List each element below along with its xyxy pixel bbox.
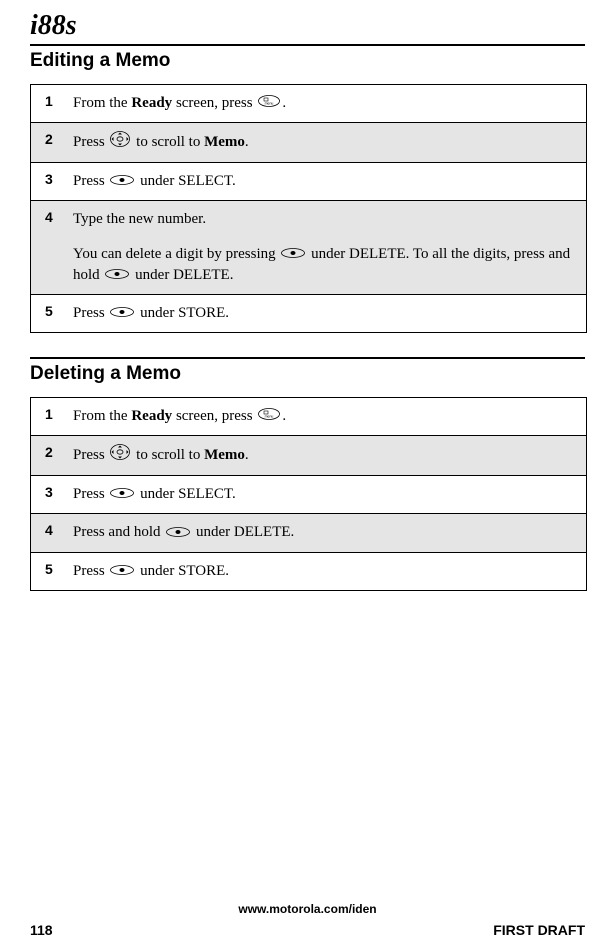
step-number: 4 [45,522,73,543]
soft-key-icon [110,561,134,582]
section-title: Editing a Memo [30,44,585,72]
soft-key-icon [110,303,134,324]
soft-key-icon [166,523,190,544]
nav-key-icon [110,131,130,154]
steps-table: 1From the Ready screen, press menu.2Pres… [30,84,587,333]
step-text: Press under STORE. [73,561,572,582]
step-number: 2 [45,444,73,467]
step-number: 1 [45,406,73,427]
device-logo: i88s [30,10,585,42]
bold-text: Memo [204,447,245,463]
step-text: Press under STORE. [73,303,572,324]
page-footer: www.motorola.com/iden 118 FIRST DRAFT [30,902,585,938]
step-number: 5 [45,561,73,582]
step-row: 4Type the new number.You can delete a di… [31,201,586,295]
step-row: 2Press to scroll to Memo. [31,123,586,163]
svg-text:menu: menu [265,102,274,106]
soft-key-icon [281,244,305,265]
step-text: Press to scroll to Memo. [73,131,572,154]
bold-text: Memo [204,134,245,150]
step-number: 5 [45,303,73,324]
step-text: Type the new number.You can delete a dig… [73,209,572,286]
step-text: From the Ready screen, press menu. [73,93,572,114]
step-row: 2Press to scroll to Memo. [31,436,586,476]
page-number: 118 [30,922,53,938]
step-row: 4Press and hold under DELETE. [31,514,586,552]
step-number: 2 [45,131,73,154]
svg-text:menu: menu [265,415,274,419]
step-text: Press and hold under DELETE. [73,522,572,543]
section-title: Deleting a Memo [30,357,585,385]
soft-key-icon [110,484,134,505]
step-row: 1From the Ready screen, press menu. [31,85,586,123]
nav-key-icon [110,444,130,467]
step-row: 3Press under SELECT. [31,476,586,514]
step-row: 5Press under STORE. [31,553,586,590]
menu-key-icon: menu [258,406,280,427]
step-text: From the Ready screen, press menu. [73,406,572,427]
menu-key-icon: menu [258,93,280,114]
step-row: 1From the Ready screen, press menu. [31,398,586,436]
footer-url: www.motorola.com/iden [30,902,585,916]
soft-key-icon [110,171,134,192]
bold-text: Ready [131,95,172,111]
step-extra: You can delete a digit by pressing under… [73,244,572,286]
step-row: 3Press under SELECT. [31,163,586,201]
step-number: 3 [45,171,73,192]
step-number: 3 [45,484,73,505]
step-text: Press under SELECT. [73,484,572,505]
step-number: 4 [45,209,73,286]
step-number: 1 [45,93,73,114]
soft-key-icon [105,265,129,286]
draft-status: FIRST DRAFT [493,922,585,938]
step-text: Press to scroll to Memo. [73,444,572,467]
step-text: Press under SELECT. [73,171,572,192]
steps-table: 1From the Ready screen, press menu.2Pres… [30,397,587,590]
bold-text: Ready [131,408,172,424]
step-row: 5Press under STORE. [31,295,586,332]
